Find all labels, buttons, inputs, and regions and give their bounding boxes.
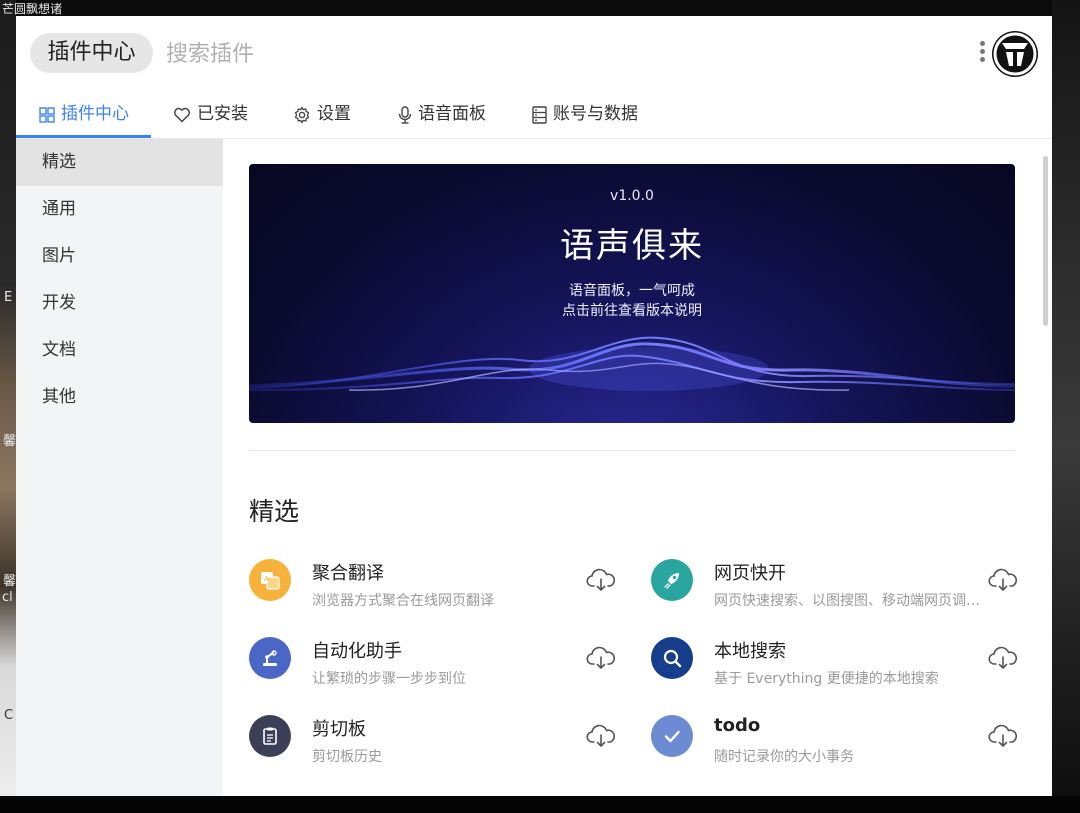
- svg-text:A: A: [264, 575, 269, 583]
- plugin-card[interactable]: 自动化助手 让繁琐的步骤一步步到位: [249, 637, 629, 699]
- sidebar-item-general[interactable]: 通用: [16, 186, 223, 233]
- banner-subtitle: 语音面板，一气呵成: [569, 283, 695, 299]
- plugin-card[interactable]: 本地搜索 基于 Everything 更便捷的本地搜索: [651, 637, 1031, 699]
- header-bar: 插件中心: [16, 16, 1052, 92]
- plugin-name: todo: [714, 715, 761, 736]
- category-sidebar: 精选 通用 图片 开发 文档 其他: [16, 139, 223, 796]
- plugin-name: 网页快开: [714, 563, 786, 584]
- plugin-description: 网页快速搜索、以图搜图、移动端网页调试等: [714, 593, 984, 609]
- tab-voice-panel[interactable]: 语音面板: [398, 92, 486, 137]
- section-title: 精选: [249, 497, 300, 526]
- tab-label: 插件中心: [61, 104, 129, 124]
- plugin-description: 让繁琐的步骤一步步到位: [312, 671, 466, 687]
- translate-icon: A: [249, 559, 291, 601]
- cloud-download-icon[interactable]: [988, 567, 1018, 593]
- release-banner[interactable]: v1.0.0 语声俱来 语音面板，一气呵成 点击前往查看版本说明: [249, 164, 1015, 423]
- banner-version: v1.0.0: [610, 188, 654, 204]
- search-input[interactable]: [164, 34, 908, 74]
- section-divider: [249, 450, 1015, 451]
- tab-installed[interactable]: 已安装: [173, 92, 248, 137]
- page-title-pill[interactable]: 插件中心: [30, 33, 153, 73]
- desktop-fragment-text: 馨: [3, 434, 17, 449]
- plugin-name: 聚合翻译: [312, 563, 384, 584]
- desktop-left-strip: [0, 0, 16, 813]
- plugin-description: 浏览器方式聚合在线网页翻译: [312, 593, 494, 609]
- desktop-fragment-text: cl: [2, 590, 13, 605]
- desktop-fragment-text: C: [4, 708, 14, 723]
- vertical-scrollbar[interactable]: [1043, 156, 1048, 326]
- gear-icon: [294, 106, 310, 123]
- plugin-card[interactable]: A 聚合翻译 浏览器方式聚合在线网页翻译: [249, 559, 629, 621]
- desktop-top-strip: [0, 0, 1080, 16]
- cloud-download-icon[interactable]: [586, 723, 616, 749]
- magnifier-icon: [651, 637, 693, 679]
- microphone-icon: [398, 105, 412, 124]
- plugin-description: 剪切板历史: [312, 749, 382, 765]
- tab-label: 设置: [317, 104, 351, 124]
- tab-bar: 插件中心 已安装 设置 语音面板 账号与数据: [16, 92, 1052, 139]
- banner-subtitle: 点击前往查看版本说明: [562, 303, 702, 319]
- clipboard-icon: [249, 715, 291, 757]
- desktop-bottom-strip: [0, 796, 1080, 813]
- plugin-card[interactable]: 剪切板 剪切板历史: [249, 715, 629, 777]
- app-logo-icon[interactable]: [991, 30, 1039, 78]
- main-content: v1.0.0 语声俱来 语音面板，一气呵成 点击前往查看版本说明 精选 A 聚合…: [223, 139, 1052, 796]
- plugin-card[interactable]: 网页快开 网页快速搜索、以图搜图、移动端网页调试等: [651, 559, 1031, 621]
- robot-arm-icon: [249, 637, 291, 679]
- sidebar-item-images[interactable]: 图片: [16, 233, 223, 280]
- cloud-download-icon[interactable]: [586, 567, 616, 593]
- desktop-fragment-text: 馨: [3, 574, 17, 589]
- banner-title: 语声俱来: [560, 226, 704, 266]
- rocket-icon: [651, 559, 693, 601]
- sidebar-item-development[interactable]: 开发: [16, 280, 223, 327]
- desktop-fragment-text: 芒圆飘想诸: [2, 2, 63, 16]
- tab-plugin-center[interactable]: 插件中心: [39, 92, 129, 137]
- sidebar-item-featured[interactable]: 精选: [16, 139, 223, 186]
- plugin-name: 本地搜索: [714, 641, 786, 662]
- cloud-download-icon[interactable]: [988, 645, 1018, 671]
- tab-settings[interactable]: 设置: [293, 92, 351, 137]
- plugin-center-window: 插件中心 插件中心 已安装: [16, 16, 1052, 796]
- heart-icon: [174, 107, 190, 122]
- plugin-name: 剪切板: [312, 719, 366, 740]
- plugin-description: 随时记录你的大小事务: [714, 749, 854, 765]
- sidebar-item-documents[interactable]: 文档: [16, 327, 223, 374]
- tab-label: 已安装: [197, 104, 248, 124]
- desktop-fragment-text: E: [4, 290, 13, 305]
- database-icon: [532, 105, 547, 124]
- plugin-description: 基于 Everything 更便捷的本地搜索: [714, 671, 939, 687]
- tab-label: 账号与数据: [553, 104, 638, 124]
- active-tab-indicator: [16, 135, 151, 138]
- cloud-download-icon[interactable]: [586, 645, 616, 671]
- cloud-download-icon[interactable]: [988, 723, 1018, 749]
- tab-label: 语音面板: [418, 104, 486, 124]
- more-vertical-icon[interactable]: [974, 38, 990, 72]
- check-icon: [651, 715, 693, 757]
- tab-account-data[interactable]: 账号与数据: [532, 92, 638, 137]
- plugin-name: 自动化助手: [312, 641, 402, 662]
- grid-icon: [39, 106, 55, 123]
- sidebar-item-other[interactable]: 其他: [16, 374, 223, 421]
- desktop-right-strip: [1052, 0, 1080, 813]
- plugin-card[interactable]: todo 随时记录你的大小事务: [651, 715, 1031, 777]
